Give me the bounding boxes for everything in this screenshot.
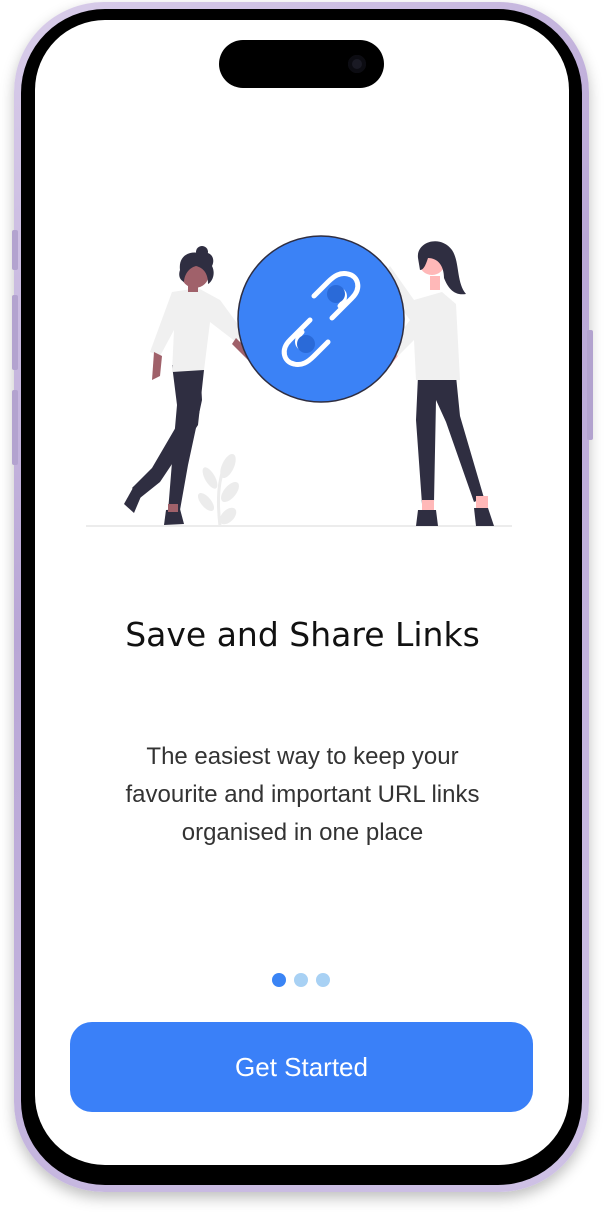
dynamic-island: [219, 40, 384, 88]
get-started-label: Get Started: [235, 1051, 368, 1082]
page-indicator: [272, 973, 330, 989]
link-icon: [237, 235, 405, 403]
onboarding-headline: Save and Share Links: [125, 615, 480, 654]
page-dot[interactable]: [316, 973, 330, 987]
side-button: [12, 295, 18, 370]
plant-icon: [197, 453, 239, 527]
screen: [35, 20, 569, 1165]
camera-icon: [348, 55, 366, 73]
get-started-button[interactable]: Get Started: [70, 1022, 533, 1112]
side-button: [12, 230, 18, 270]
onboarding-description: The easiest way to keep your favourite a…: [125, 743, 480, 846]
right-person: [380, 241, 494, 526]
page-dot-active[interactable]: [272, 973, 286, 987]
page-dot[interactable]: [294, 973, 308, 987]
people-holding-link-illustration: [86, 235, 512, 527]
side-button: [12, 390, 18, 465]
side-button: [587, 330, 593, 440]
